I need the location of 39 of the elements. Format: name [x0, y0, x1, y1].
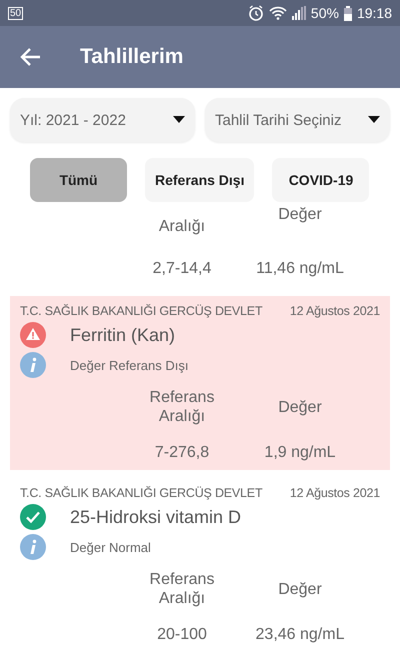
alarm-icon	[248, 5, 264, 21]
filter-chip[interactable]: COVID-19	[272, 158, 370, 202]
battery-icon	[344, 6, 352, 20]
info-icon[interactable]	[20, 352, 46, 378]
test-date: 12 Ağustos 2021	[290, 304, 380, 318]
notification-badge: 50	[8, 6, 24, 20]
signal-icon	[292, 6, 306, 20]
column-header: Referans Aralığı	[148, 570, 216, 608]
column-header: Değer	[277, 398, 323, 416]
battery-percent: 50%	[310, 5, 339, 21]
dropdown-caret-icon	[173, 116, 185, 124]
dropdown-caret-icon	[368, 116, 380, 124]
institution-name: T.C. SAĞLIK BAKANLIĞI GERCÜŞ DEVLET	[20, 486, 262, 500]
column-header: Aralığı	[158, 218, 206, 236]
dropdown-field[interactable]: Yıl: 2021 - 2022	[10, 98, 195, 142]
dropdown-field[interactable]: Tahlil Tarihi Seçiniz	[205, 98, 390, 142]
clock-time: 19:18	[356, 5, 392, 21]
back-arrow-icon[interactable]	[20, 46, 42, 68]
wifi-icon	[268, 6, 287, 20]
column-header: Referans Aralığı	[148, 388, 216, 426]
institution-name: T.C. SAĞLIK BAKANLIĞI GERCÜŞ DEVLET	[20, 304, 262, 318]
status-text: Değer Normal	[70, 540, 151, 554]
info-icon[interactable]	[20, 534, 46, 560]
result-value: 23,46 ng/mL	[254, 626, 346, 644]
result-value: 11,46 ng/mL	[255, 260, 345, 278]
filter-chip[interactable]: Tümü	[30, 158, 127, 202]
reference-range: 2,7-14,4	[152, 260, 212, 278]
test-name: Ferritin (Kan)	[70, 324, 176, 346]
test-name: 25-Hidroksi vitamin D	[70, 506, 242, 528]
result-value: 1,9 ng/mL	[263, 444, 337, 462]
test-date: 12 Ağustos 2021	[290, 486, 380, 500]
result-card[interactable]: T.C. SAĞLIK BAKANLIĞI GERCÜŞ DEVLET 12 Ağustos 2021 Ferritin (Kan) Değer Referans Dışı Referans Aralığı Değer 7-276,8 1,9 ng/mL	[10, 296, 390, 470]
status-text: Değer Referans Dışı	[70, 358, 188, 372]
filter-chip[interactable]: Referans Dışı	[145, 158, 254, 202]
column-header: Değer	[277, 580, 323, 598]
column-header: Değer	[277, 206, 323, 225]
screen-title: Tahlillerim	[80, 45, 184, 69]
reference-range: 7-276,8	[154, 444, 210, 462]
reference-range: 20-100	[156, 626, 208, 644]
